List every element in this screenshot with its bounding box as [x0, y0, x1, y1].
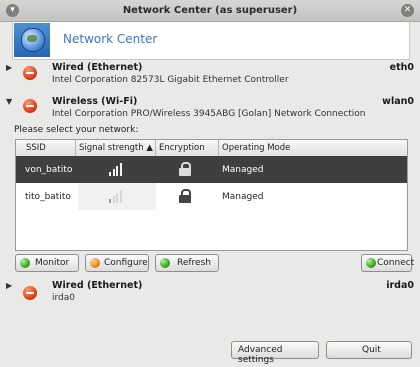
- disconnected-status-icon: [23, 286, 37, 300]
- connection-irda0[interactable]: ▶ Wired (Ethernet) irda0 irda0: [0, 280, 420, 304]
- configure-icon: [90, 258, 100, 268]
- refresh-icon: [160, 258, 170, 268]
- connection-interface: irda0: [386, 280, 414, 291]
- signal-bar: [112, 196, 115, 203]
- expand-arrow-icon[interactable]: ▶: [6, 281, 12, 290]
- connection-device: irda0: [52, 293, 75, 303]
- select-network-label: Please select your network:: [14, 125, 139, 135]
- connection-name: Wired (Ethernet): [52, 62, 143, 73]
- signal-strength-icon: [109, 162, 123, 176]
- quit-label: Quit: [362, 345, 381, 355]
- connection-interface: eth0: [389, 62, 414, 73]
- refresh-button[interactable]: Refresh: [155, 254, 219, 272]
- column-divider: [155, 140, 156, 156]
- column-divider: [75, 140, 76, 156]
- monitor-icon: [20, 258, 30, 268]
- row-operating-mode: Managed: [222, 192, 264, 202]
- column-signal-strength[interactable]: Signal strength ▲: [79, 143, 153, 153]
- connection-device: Intel Corporation 82573L Gigabit Etherne…: [52, 75, 289, 85]
- signal-bar: [109, 199, 111, 203]
- header-banner: Network Center: [12, 22, 410, 60]
- signal-strength-icon: [109, 189, 123, 203]
- lock-icon: [179, 189, 191, 203]
- connect-button-label: Connect: [377, 258, 415, 268]
- lock-icon: [179, 162, 191, 176]
- signal-bar: [109, 172, 111, 176]
- row-ssid: tito_batito: [25, 192, 71, 202]
- signal-bar: [112, 169, 115, 176]
- row-ssid: von_batito: [25, 165, 73, 175]
- signal-bar: [119, 163, 122, 176]
- column-operating-mode[interactable]: Operating Mode: [222, 143, 290, 153]
- banner-title: Network Center: [63, 32, 158, 46]
- connect-icon: [366, 258, 376, 268]
- disconnected-status-icon: [23, 99, 37, 113]
- table-header: SSID Signal strength ▲ Encryption Operat…: [16, 140, 407, 157]
- signal-bar: [119, 190, 122, 203]
- table-row[interactable]: von_batito Managed: [16, 156, 407, 183]
- connection-interface: wlan0: [382, 96, 414, 107]
- signal-cell: [78, 156, 156, 183]
- expand-arrow-icon[interactable]: ▶: [6, 63, 12, 72]
- disconnected-status-icon: [23, 66, 37, 80]
- column-divider: [218, 140, 219, 156]
- quit-button[interactable]: Quit: [326, 341, 412, 359]
- column-ssid[interactable]: SSID: [26, 143, 46, 153]
- configure-button-label: Configure: [104, 258, 148, 268]
- table-row[interactable]: tito_batito Managed: [16, 183, 407, 210]
- signal-bar: [116, 193, 118, 203]
- window-title: Network Center (as superuser): [122, 5, 298, 16]
- window-titlebar: ▾ Network Center (as superuser) ✕: [0, 0, 420, 22]
- window-close-icon[interactable]: ✕: [401, 4, 414, 17]
- globe-icon: [14, 23, 50, 57]
- connection-device: Intel Corporation PRO/Wireless 3945ABG […: [52, 109, 366, 119]
- signal-bar: [116, 166, 118, 176]
- advanced-settings-button[interactable]: Advanced settings: [231, 341, 319, 365]
- row-operating-mode: Managed: [222, 165, 264, 175]
- connection-name: Wireless (Wi-Fi): [52, 96, 138, 107]
- connection-eth0[interactable]: ▶ Wired (Ethernet) Intel Corporation 825…: [0, 62, 420, 85]
- configure-button[interactable]: Configure: [85, 254, 149, 272]
- refresh-button-label: Refresh: [177, 258, 211, 268]
- signal-cell: [78, 183, 156, 210]
- advanced-settings-label: Advanced settings: [238, 345, 283, 365]
- connection-name: Wired (Ethernet): [52, 280, 143, 291]
- monitor-button-label: Monitor: [35, 258, 70, 268]
- collapse-arrow-icon[interactable]: ▼: [6, 97, 12, 106]
- network-table[interactable]: SSID Signal strength ▲ Encryption Operat…: [15, 139, 408, 251]
- monitor-button[interactable]: Monitor: [15, 254, 79, 272]
- column-encryption[interactable]: Encryption: [159, 143, 205, 153]
- connect-button[interactable]: Connect: [361, 254, 415, 272]
- connection-wlan0[interactable]: ▼ Wireless (Wi-Fi) Intel Corporation PRO…: [0, 96, 420, 120]
